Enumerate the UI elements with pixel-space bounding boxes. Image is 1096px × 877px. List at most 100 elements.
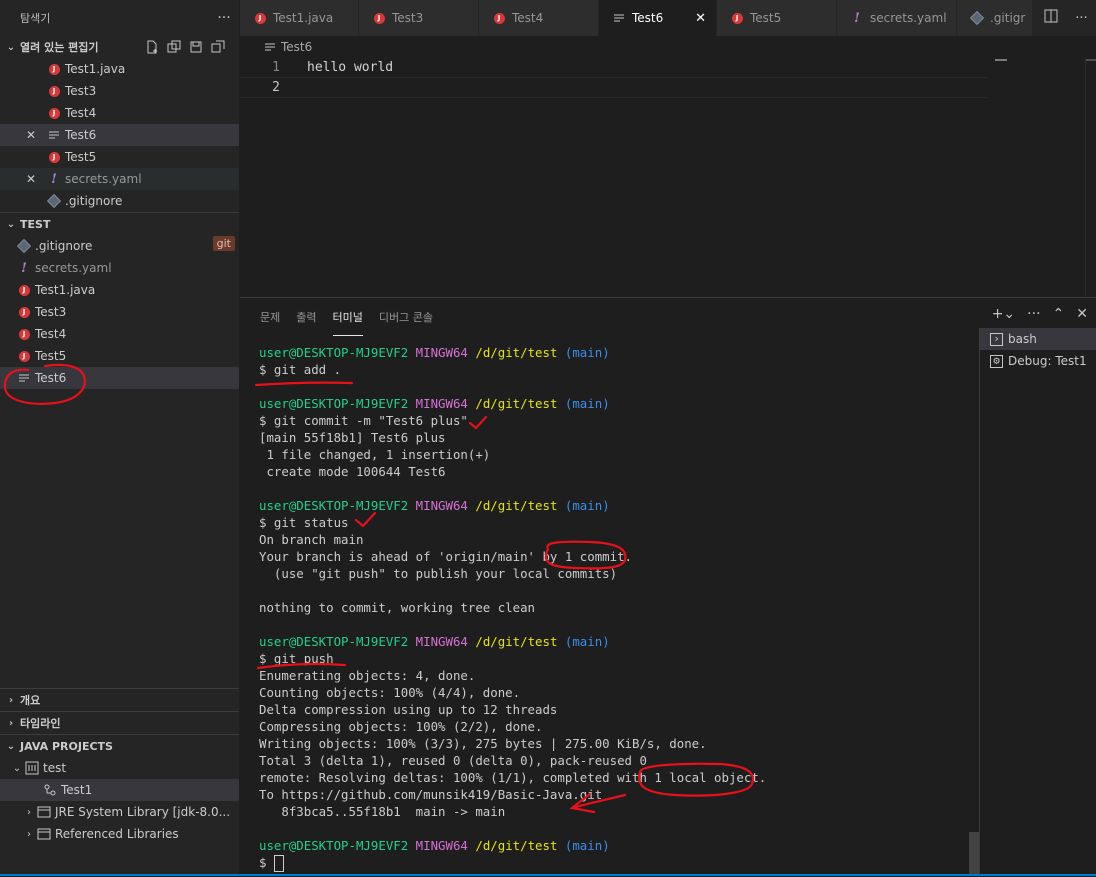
tab-label: .gitigr xyxy=(990,11,1026,25)
file-tree-label: .gitignore xyxy=(35,239,93,253)
prompt-path: /d/git/test xyxy=(475,498,558,513)
file-tree-item[interactable]: Test6 xyxy=(0,367,239,389)
terminal-prompt: user@DESKTOP-MJ9EVF2 MINGW64 /d/git/test… xyxy=(259,633,959,650)
terminal-scrollbar[interactable] xyxy=(969,832,979,876)
panel-tab[interactable]: 문제 xyxy=(260,298,280,336)
terminal-line: remote: Resolving deltas: 100% (1/1), co… xyxy=(259,770,767,785)
terminal-line: Enumerating objects: 4, done. xyxy=(259,668,476,683)
tab-test6[interactable]: Test6 ✕ xyxy=(599,0,717,36)
open-editor-item[interactable]: .gitignore xyxy=(0,190,239,212)
new-file-icon[interactable] xyxy=(145,40,159,54)
terminal-instance[interactable]: › bash xyxy=(980,328,1096,350)
gitignore-icon xyxy=(969,10,985,26)
outline-header[interactable]: › 개요 xyxy=(0,689,239,711)
more-actions-icon[interactable]: ··· xyxy=(209,10,239,26)
tab-label: secrets.yaml xyxy=(870,11,947,25)
library-icon xyxy=(36,804,52,820)
open-editor-item[interactable]: ✕! secrets.yaml xyxy=(0,168,239,190)
panel-tab[interactable]: 디버그 콘솔 xyxy=(379,298,433,336)
terminal-line: [main 55f18b1] Test6 plus xyxy=(259,430,446,445)
file-tree-item[interactable]: .gitignore git xyxy=(0,235,239,257)
terminal-line: (use "git push" to publish your local co… xyxy=(259,566,618,581)
folder-header[interactable]: ⌄ TEST xyxy=(0,213,239,235)
library-icon xyxy=(36,826,52,842)
terminal-line: Delta compression using up to 12 threads xyxy=(259,702,558,717)
more-actions-icon[interactable]: ··· xyxy=(1027,306,1040,322)
prompt-branch: (main) xyxy=(564,634,610,649)
open-editor-item[interactable]: ✕ Test6 xyxy=(0,124,239,146)
java-file-icon: J xyxy=(371,10,387,26)
save-all-icon[interactable] xyxy=(189,40,203,54)
tab-test1-java[interactable]: J Test1.java xyxy=(240,0,359,36)
open-editors-label: 열려 있는 편집기 xyxy=(20,41,99,54)
prompt-user: user@DESKTOP-MJ9EVF2 xyxy=(259,838,409,853)
file-tree-item[interactable]: J Test5 xyxy=(0,345,239,367)
terminal-instance[interactable]: ⚙ Debug: Test1 xyxy=(980,350,1096,372)
terminal-line: $ git status xyxy=(259,515,349,530)
split-editor-icon[interactable] xyxy=(1044,9,1058,27)
new-folder-icon[interactable] xyxy=(167,40,181,54)
java-project-test[interactable]: ⌄ test xyxy=(0,757,239,779)
minimap[interactable] xyxy=(995,58,1085,296)
terminal-output[interactable]: user@DESKTOP-MJ9EVF2 MINGW64 /d/git/test… xyxy=(259,344,959,872)
prompt-user: user@DESKTOP-MJ9EVF2 xyxy=(259,345,409,360)
terminal-line: Counting objects: 100% (4/4), done. xyxy=(259,685,521,700)
terminal-line: create mode 100644 Test6 xyxy=(259,464,446,479)
tab-secrets-yaml[interactable]: ! secrets.yaml xyxy=(837,0,957,36)
panel-tab[interactable]: 터미널 xyxy=(332,298,363,336)
text-file-icon xyxy=(16,370,32,386)
close-all-icon[interactable] xyxy=(211,40,225,54)
maximize-panel-icon[interactable]: ⌃ xyxy=(1053,306,1065,322)
open-editor-item[interactable]: J Test1.java xyxy=(0,58,239,80)
yaml-file-icon: ! xyxy=(854,10,860,26)
line-number: 2 xyxy=(272,80,280,95)
terminal-icon: › xyxy=(990,332,1003,346)
code-editor[interactable]: 1 hello world 2 xyxy=(240,58,1088,296)
tab-test3[interactable]: J Test3 xyxy=(359,0,479,36)
timeline-header[interactable]: › 타임라인 xyxy=(0,712,239,734)
java-file-icon: J xyxy=(16,304,32,320)
panel-tab[interactable]: 출력 xyxy=(296,298,316,336)
terminal-line: Compressing objects: 100% (2/2), done. xyxy=(259,719,543,734)
open-editor-label: Test1.java xyxy=(65,62,126,76)
new-terminal-icon[interactable]: +⌄ xyxy=(992,306,1015,322)
gitignore-icon xyxy=(46,193,62,209)
breadcrumb[interactable]: Test6 xyxy=(240,36,1096,58)
java-projects-header[interactable]: ⌄ JAVA PROJECTS xyxy=(0,735,239,757)
open-editors-header[interactable]: ⌄ 열려 있는 편집기 xyxy=(0,36,239,58)
code-line: 1 hello world xyxy=(240,58,1088,77)
file-tree-item[interactable]: J Test4 xyxy=(0,323,239,345)
java-file-icon: J xyxy=(729,10,745,26)
terminal-line: $ git add . xyxy=(259,362,342,377)
java-file-icon: J xyxy=(46,149,62,165)
file-tree-item[interactable]: ! secrets.yaml xyxy=(0,257,239,279)
file-tree-label: Test1.java xyxy=(35,283,96,297)
close-panel-icon[interactable]: ✕ xyxy=(1076,306,1088,322)
file-tree-item[interactable]: J Test1.java xyxy=(0,279,239,301)
java-project-item[interactable]: Test1 xyxy=(0,779,239,801)
close-icon[interactable]: ✕ xyxy=(695,11,706,26)
java-project-item[interactable]: › Referenced Libraries xyxy=(0,823,239,845)
close-icon[interactable]: ✕ xyxy=(26,128,36,142)
open-editors-list: J Test1.java J Test3 J Test4 ✕ Test6 J Test5 ✕! sec… xyxy=(0,58,239,212)
yaml-file-icon: ! xyxy=(21,260,27,276)
editor-tabs: J Test1.java J Test3 J Test4 Test6 ✕ J Test5! secr… xyxy=(240,0,1096,36)
more-actions-icon[interactable]: ··· xyxy=(1075,11,1087,26)
file-tree-item[interactable]: J Test3 xyxy=(0,301,239,323)
prompt-path: /d/git/test xyxy=(475,345,558,360)
close-icon[interactable]: ✕ xyxy=(26,172,36,186)
tab-gitigr[interactable]: .gitigr xyxy=(957,0,1033,36)
open-editor-item[interactable]: J Test3 xyxy=(0,80,239,102)
tab-test5[interactable]: J Test5 xyxy=(717,0,837,36)
breadcrumb-file: Test6 xyxy=(281,40,313,54)
open-editor-item[interactable]: J Test4 xyxy=(0,102,239,124)
java-project-item[interactable]: › JRE System Library [jdk-8.0... xyxy=(0,801,239,823)
terminal-line: nothing to commit, working tree clean xyxy=(259,600,536,615)
open-editor-label: Test6 xyxy=(65,128,97,142)
editor-scrollbar[interactable] xyxy=(1085,58,1096,296)
tab-test4[interactable]: J Test4 xyxy=(479,0,599,36)
prompt-host: MINGW64 xyxy=(415,498,468,513)
open-editor-item[interactable]: J Test5 xyxy=(0,146,239,168)
